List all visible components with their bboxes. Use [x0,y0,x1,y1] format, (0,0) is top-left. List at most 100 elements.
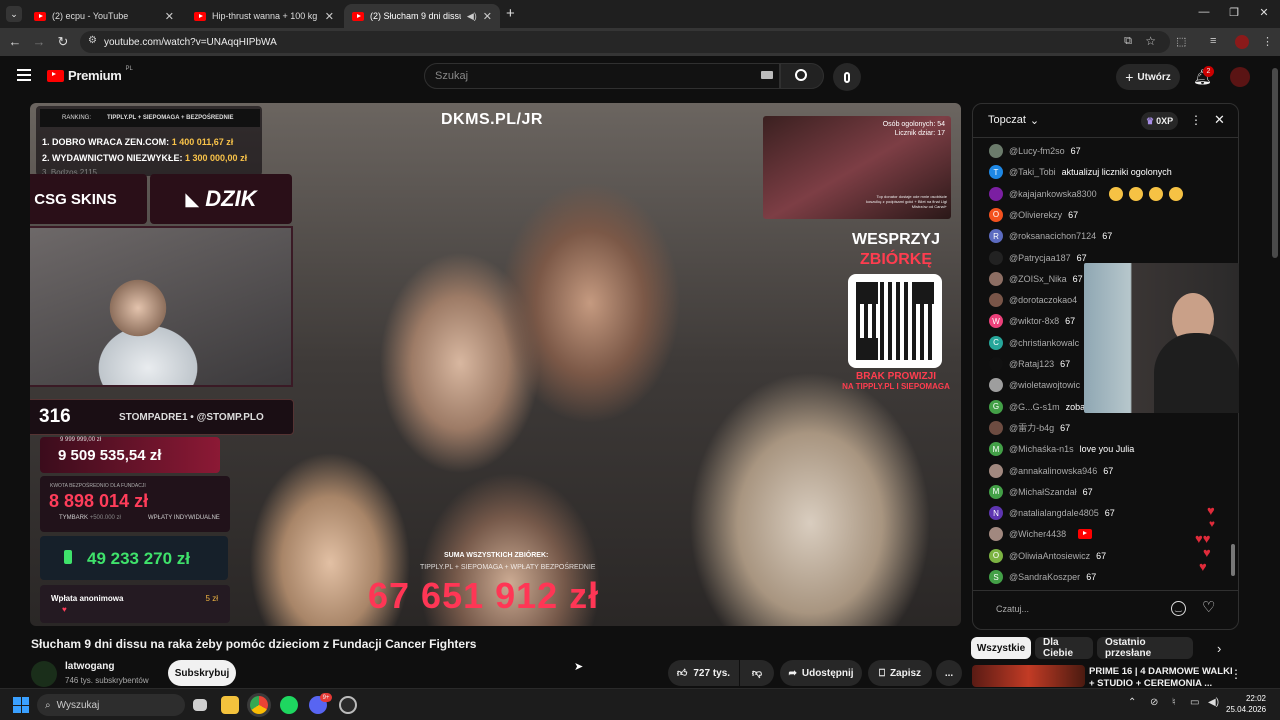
chat-avatar[interactable]: M [989,484,1003,499]
file-explorer-icon[interactable] [221,696,239,714]
monitor-icon[interactable]: ▭ [1190,697,1199,708]
dislike-button[interactable]: 👎︎ [740,660,774,686]
chat-message[interactable]: M @MichałSzandał 67 [989,483,1093,501]
chat-avatar[interactable] [989,144,1003,158]
chat-message[interactable]: W @wiktor-8x8 67 [989,312,1075,330]
close-tab-icon[interactable]: ✕ [483,10,492,23]
chat-author[interactable]: @kajajankowska8300 [1009,189,1097,199]
back-icon[interactable]: ← [6,34,24,49]
chat-author[interactable]: @Rataj123 [1009,359,1054,369]
chat-author[interactable]: @annakalinowska946 [1009,466,1097,476]
channel-avatar[interactable] [31,661,57,687]
browser-tab-2[interactable]: Hip-thrust wanna + 100 kg - Yo ✕ [186,4,342,28]
chat-author[interactable]: @SandraKoszper [1009,572,1080,582]
minimize-icon[interactable]: — [1194,6,1214,18]
chat-mode-dropdown[interactable]: Topczat ⌄ [988,114,1039,127]
chat-avatar[interactable] [989,357,1003,371]
chat-avatar[interactable] [989,250,1003,265]
chat-message[interactable]: @Lucy-fm2so 67 [989,142,1081,160]
install-app-icon[interactable]: ⧉ [1124,35,1132,48]
chat-avatar[interactable] [989,271,1003,286]
chat-avatar[interactable] [989,186,1003,201]
chat-avatar[interactable]: S [989,570,1003,584]
chat-author[interactable]: @Patrycjaa187 [1009,253,1071,263]
more-actions-button[interactable]: ... [936,660,962,686]
chat-avatar[interactable] [989,293,1003,308]
like-button[interactable]: 👍︎ 727 tys. [668,660,739,686]
close-tab-icon[interactable]: ✕ [165,10,174,23]
chat-message[interactable]: G @G...G-s1m zoba [989,398,1085,416]
browser-tab-3[interactable]: (2) Słucham 9 dni dissu na ◀) ✕ [344,4,500,28]
search-input[interactable]: Szukaj [424,63,780,89]
chat-avatar[interactable] [989,527,1003,542]
chat-author[interactable]: @OliwiaAntosiewicz [1009,551,1090,561]
chat-author[interactable]: @christiankowalc [1009,338,1079,348]
account-avatar[interactable] [1230,67,1250,87]
chat-author[interactable]: @MichałSzandał [1009,487,1077,497]
chat-author[interactable]: @Wicher4438 [1009,529,1066,539]
chat-avatar[interactable]: W [989,314,1003,329]
chat-message[interactable]: R @roksanacichon7124 67 [989,227,1112,245]
new-tab-button[interactable]: + [506,5,515,22]
chat-message[interactable]: @dorotaczokao4 [989,291,1083,309]
mic-tray-icon[interactable]: ♮ [1172,697,1176,708]
chat-message[interactable]: @annakalinowska946 67 [989,462,1113,480]
chip-all[interactable]: Wszystkie [971,637,1031,659]
xp-badge[interactable]: ♛ 0XP [1141,112,1179,130]
reload-icon[interactable]: ↻ [54,34,72,50]
create-button[interactable]: + Utwórz [1116,64,1180,90]
chat-message[interactable]: O @OliwiaAntosiewicz 67 [989,547,1106,565]
chat-avatar[interactable]: G [989,399,1003,414]
chat-avatar[interactable] [989,378,1003,393]
heart-reaction-icon[interactable]: ♡ [1202,598,1215,616]
chat-message[interactable]: O @Olivierekzy 67 [989,206,1078,224]
chat-more-icon[interactable]: ⋮ [1190,113,1202,127]
hamburger-menu-icon[interactable] [17,69,31,81]
chat-author[interactable]: @natalialangdale4805 [1009,508,1099,518]
chat-message[interactable]: @wioletawojtowic [989,376,1086,394]
chat-avatar[interactable] [989,420,1003,435]
extensions-icon[interactable]: ⬚ [1176,35,1186,48]
chat-author[interactable]: @Lucy-fm2so [1009,146,1065,156]
chat-input[interactable]: Czatuj... [996,604,1029,614]
spotify-icon[interactable] [280,696,298,714]
chat-author[interactable]: @roksanacichon7124 [1009,231,1096,241]
restore-icon[interactable]: ❐ [1224,6,1244,19]
share-button[interactable]: ➦ Udostępnij [780,660,862,686]
forward-icon[interactable]: → [30,34,48,49]
chat-avatar[interactable]: C [989,335,1003,350]
chat-message[interactable]: S @SandraKoszper 67 [989,568,1096,586]
chat-message[interactable]: @Wicher4438 [989,525,1093,543]
chat-author[interactable]: @wiktor-8x8 [1009,316,1059,326]
channel-name[interactable]: latwogang [65,661,114,672]
browser-tab-1[interactable]: (2) ecpu - YouTube ✕ [26,4,182,28]
chips-next-icon[interactable]: › [1217,641,1221,656]
tab-search-button[interactable]: ⌄ [6,6,22,22]
chrome-icon[interactable] [250,696,268,714]
chip-recently-uploaded[interactable]: Ostatnio przesłane [1097,637,1193,659]
chat-author[interactable]: @ZOISx_Nika [1009,274,1067,284]
youtube-logo[interactable]: Premium PL [47,66,133,83]
chat-avatar[interactable]: T [989,165,1003,180]
close-window-icon[interactable]: ✕ [1254,6,1274,19]
donation-qr-code[interactable] [848,274,942,368]
next-video-title[interactable]: PRIME 16 | 4 DARMOWE WALKI + STUDIO + CE… [1089,666,1233,690]
browser-menu-icon[interactable]: ⋮ [1262,35,1273,48]
media-control-icon[interactable]: ≡ [1210,35,1216,47]
chat-message[interactable]: @ZOISx_Nika 67 [989,270,1083,288]
chat-avatar[interactable]: R [989,229,1003,244]
chat-message[interactable]: M @Michaśka-n1s love you Julia [989,440,1134,458]
speaker-icon[interactable]: ◀) [467,11,477,22]
task-view-icon[interactable] [193,699,207,711]
emoji-icon[interactable]: ‿ [1171,601,1186,616]
address-bar[interactable]: ⚙ youtube.com/watch?v=UNAqqHIPbWA ⧉ ☆ [80,31,1170,53]
chat-avatar[interactable]: M [989,442,1003,457]
tray-chevron-icon[interactable]: ⌃ [1128,697,1136,708]
keyboard-icon[interactable] [761,71,773,79]
chat-message[interactable]: @雷力-b4g 67 [989,419,1070,437]
chat-avatar[interactable] [989,463,1003,478]
site-info-icon[interactable]: ⚙ [88,35,97,46]
chat-avatar[interactable]: O [989,548,1003,563]
chat-message[interactable]: @kajajankowska8300 [989,185,1183,203]
chat-author[interactable]: @dorotaczokao4 [1009,295,1077,305]
